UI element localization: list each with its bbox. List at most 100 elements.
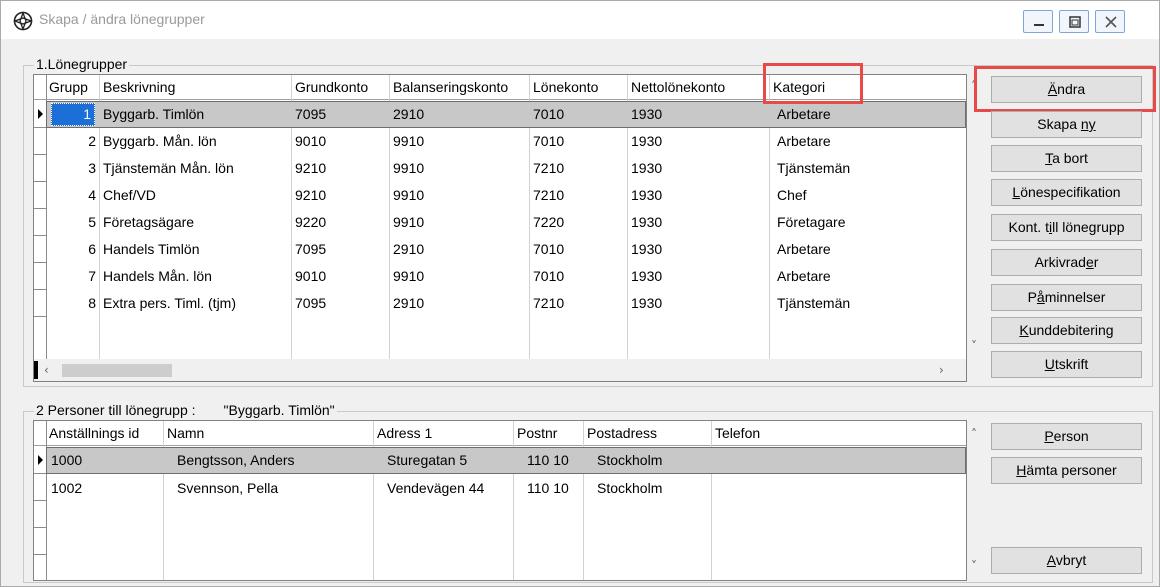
- cell-beskrivning: Handels Mån. lön: [103, 268, 212, 284]
- cell-beskrivning: Byggarb. Mån. lön: [103, 133, 217, 149]
- hamta-personer-button[interactable]: Hämta personer: [991, 457, 1142, 484]
- scroll-up-icon[interactable]: ˄: [971, 428, 977, 440]
- cell-namn: Svennson, Pella: [177, 480, 279, 496]
- scroll-down-icon[interactable]: ˅: [971, 340, 977, 352]
- cell-balanseringskonto: 2910: [393, 106, 425, 122]
- paminnelser-button[interactable]: Påminnelser: [991, 284, 1142, 311]
- cell-balanseringskonto: 9910: [393, 214, 425, 230]
- cell-grupp: 6: [88, 241, 96, 257]
- cell-balanseringskonto: 9910: [393, 268, 425, 284]
- column-header-grupp[interactable]: Grupp: [46, 75, 100, 99]
- column-header-telefon[interactable]: Telefon: [712, 421, 952, 445]
- vertical-scrollbar-top[interactable]: ˄ ˅: [968, 74, 986, 359]
- column-header-postnr[interactable]: Postnr: [514, 421, 584, 445]
- cell-telefon: [714, 447, 717, 474]
- column-header-nettolonekonto[interactable]: Nettolönekonto: [628, 75, 770, 99]
- horizontal-scroll-thumb[interactable]: [62, 364, 172, 377]
- focused-grupp-cell[interactable]: 1: [51, 103, 95, 126]
- cell-nettolonekonto: 1930: [631, 133, 663, 149]
- person-button[interactable]: Person: [991, 423, 1142, 450]
- restore-button[interactable]: [1059, 10, 1089, 33]
- lonegrupper-table[interactable]: Grupp Beskrivning Grundkonto Balansering…: [33, 74, 967, 382]
- column-header-anstallnings-id[interactable]: Anställnings id: [46, 421, 164, 445]
- cell-grundkonto: 9220: [295, 214, 327, 230]
- column-header-grundkonto[interactable]: Grundkonto: [292, 75, 390, 99]
- title-bar: Skapa / ändra lönegrupper: [1, 1, 1159, 39]
- cell-lonekonto: 7220: [533, 214, 565, 230]
- cell-balanseringskonto: 9910: [393, 187, 425, 203]
- cell-postnr: 110 10: [527, 480, 569, 496]
- arkivrader-button[interactable]: Arkivrader: [991, 249, 1142, 276]
- cell-grupp: 4: [88, 187, 96, 203]
- avbryt-button[interactable]: Avbryt: [991, 547, 1142, 574]
- cell-grupp: 3: [88, 160, 96, 176]
- column-header-balanseringskonto[interactable]: Balanseringskonto: [390, 75, 530, 99]
- column-header-namn[interactable]: Namn: [164, 421, 374, 445]
- cell-nettolonekonto: 1930: [631, 214, 663, 230]
- andra-button-highlight: [974, 66, 1156, 112]
- column-header-adress[interactable]: Adress 1: [374, 421, 514, 445]
- cell-adress: Vendevägen 44: [387, 480, 485, 496]
- utskrift-button[interactable]: Utskrift: [991, 351, 1142, 378]
- column-header-beskrivning[interactable]: Beskrivning: [100, 75, 292, 99]
- cell-beskrivning: Byggarb. Timlön: [103, 106, 205, 122]
- restore-icon: [1069, 16, 1081, 28]
- cell-postadress: Stockholm: [597, 480, 663, 496]
- scroll-left-icon[interactable]: ‹: [44, 364, 49, 376]
- lonespecifikation-button[interactable]: Lönespecifikation: [991, 179, 1142, 206]
- cell-beskrivning: Företagsägare: [103, 214, 195, 230]
- cell-grundkonto: 7095: [295, 295, 327, 311]
- cell-nettolonekonto: 1930: [631, 160, 663, 176]
- vertical-scrollbar-bottom[interactable]: ˄ ˅: [968, 420, 986, 581]
- cell-kategori: Företagare: [777, 214, 846, 230]
- cell-kategori: Chef: [777, 187, 807, 203]
- cell-lonekonto: 7010: [533, 106, 565, 122]
- cell-balanseringskonto: 9910: [393, 160, 425, 176]
- cell-lonekonto: 7010: [533, 268, 565, 284]
- ta-bort-button[interactable]: Ta bort: [991, 145, 1142, 172]
- cell-kategori: Arbetare: [777, 268, 831, 284]
- minimize-icon: [1034, 24, 1044, 26]
- cell-balanseringskonto: 9910: [393, 133, 425, 149]
- minimize-button[interactable]: [1023, 10, 1053, 33]
- cell-lonekonto: 7210: [533, 295, 565, 311]
- cell-grundkonto: 7095: [295, 241, 327, 257]
- kont-till-lonegrupp-button[interactable]: Kont. till lönegrupp: [991, 214, 1142, 241]
- lonegrupper-legend: 1.Lönegrupper: [34, 56, 130, 72]
- cell-nettolonekonto: 1930: [631, 241, 663, 257]
- cell-grupp: 7: [88, 268, 96, 284]
- cell-lonekonto: 7210: [533, 187, 565, 203]
- scroll-down-icon[interactable]: ˅: [971, 560, 977, 572]
- cell-kategori: Arbetare: [777, 241, 831, 257]
- column-header-lonekonto[interactable]: Lönekonto: [530, 75, 628, 99]
- current-row-indicator-icon: [38, 109, 43, 119]
- personer-legend: 2 Personer till lönegrupp : "Byggarb. Tim…: [34, 402, 337, 418]
- cell-grundkonto: 9210: [295, 187, 327, 203]
- cell-nettolonekonto: 1930: [631, 106, 663, 122]
- personer-table[interactable]: Anställnings id Namn Adress 1 Postnr Pos…: [33, 420, 967, 581]
- cell-namn: Bengtsson, Anders: [177, 452, 295, 468]
- cell-grundkonto: 9210: [295, 160, 327, 176]
- app-logo-icon: [13, 11, 33, 31]
- cell-lonekonto: 7010: [533, 241, 565, 257]
- cell-balanseringskonto: 2910: [393, 241, 425, 257]
- cell-lonekonto: 7010: [533, 133, 565, 149]
- cell-beskrivning: Extra pers. Timl. (tjm): [103, 295, 237, 311]
- close-icon: [1105, 16, 1117, 28]
- horizontal-scrollbar[interactable]: ‹ ›: [34, 359, 966, 381]
- skapa-ny-button[interactable]: Skapa ny: [991, 111, 1142, 138]
- cell-grupp: 8: [88, 295, 96, 311]
- window-title: Skapa / ändra lönegrupper: [39, 11, 205, 27]
- lonegrupper-window: Skapa / ändra lönegrupper 1.Lönegrupper …: [0, 0, 1160, 587]
- cell-adress: Sturegatan 5: [387, 452, 468, 468]
- cell-postnr: 110 10: [527, 452, 569, 468]
- close-button[interactable]: [1095, 10, 1125, 33]
- cell-nettolonekonto: 1930: [631, 187, 663, 203]
- kunddebitering-button[interactable]: Kunddebitering: [991, 317, 1142, 344]
- personer-legend-prefix: 2 Personer till lönegrupp :: [36, 402, 196, 418]
- column-header-postadress[interactable]: Postadress: [584, 421, 712, 445]
- cell-grundkonto: 9010: [295, 268, 327, 284]
- scroll-right-icon[interactable]: ›: [939, 364, 944, 376]
- cell-kategori: Arbetare: [777, 106, 831, 122]
- kategori-header-highlight: [763, 63, 863, 104]
